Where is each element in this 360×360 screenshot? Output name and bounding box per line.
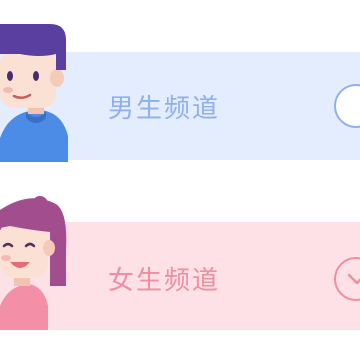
girl-avatar-icon <box>0 196 67 330</box>
chevron-down-icon <box>347 273 360 285</box>
female-channel-card[interactable]: 女生频道 <box>0 190 360 340</box>
male-channel-label: 男生频道 <box>108 94 221 124</box>
female-channel-label: 女生频道 <box>108 266 221 296</box>
male-channel-card[interactable]: 男生频道 <box>0 0 360 165</box>
boy-avatar-icon <box>0 24 68 162</box>
